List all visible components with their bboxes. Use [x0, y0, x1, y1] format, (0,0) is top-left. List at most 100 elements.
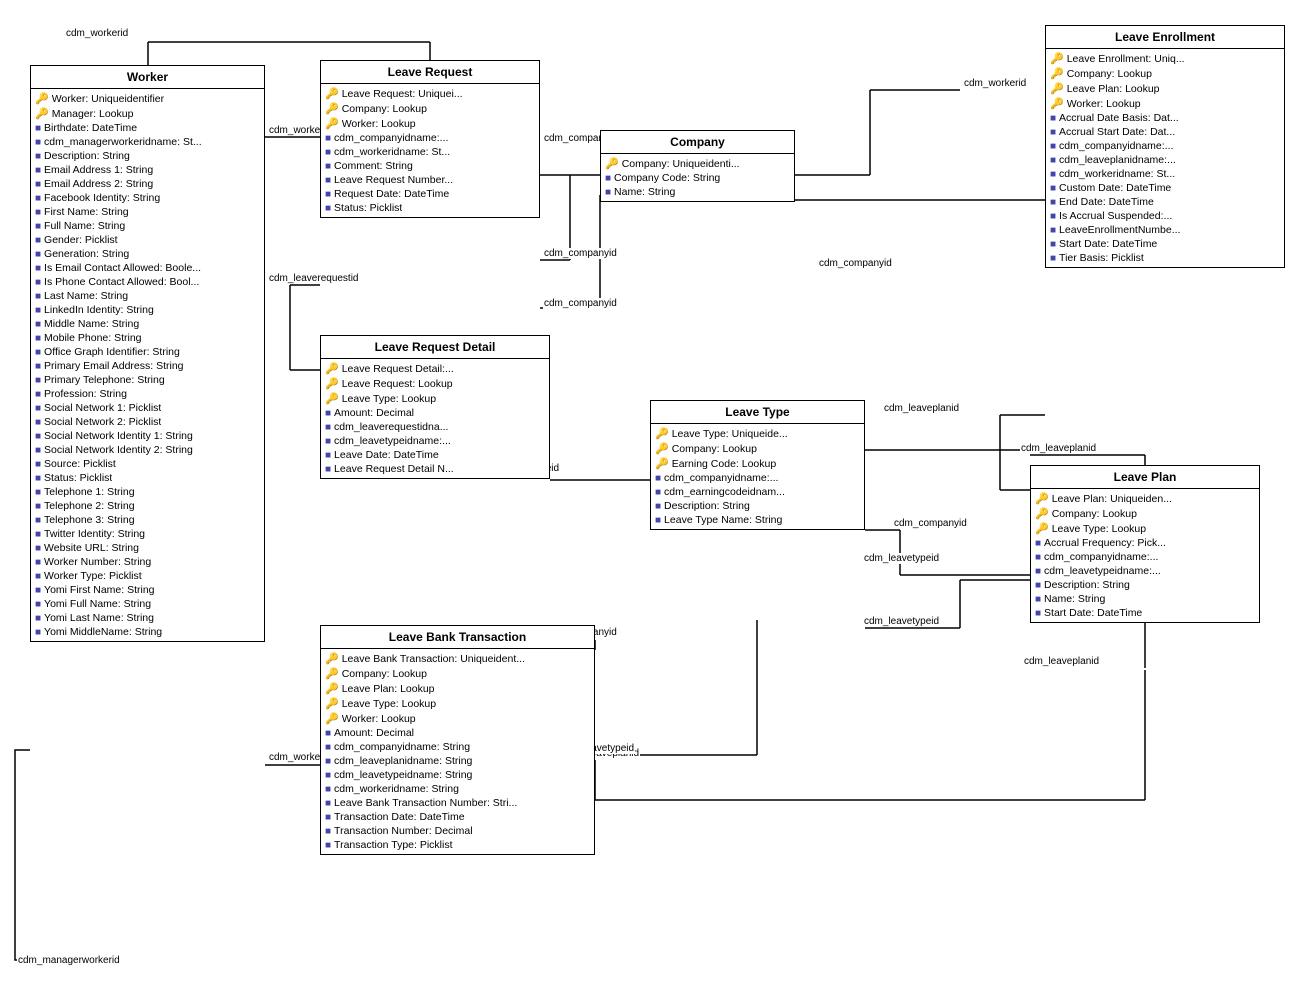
field-row: 🔑Worker: Lookup [321, 116, 539, 131]
field-row: ■cdm_companyidname:... [321, 131, 539, 145]
fkey-icon: 🔑 [1050, 67, 1064, 80]
field-row: ■Telephone 1: String [31, 485, 264, 499]
field-row: 🔑Leave Plan: Uniqueiden... [1031, 491, 1259, 506]
field-icon: ■ [35, 333, 41, 344]
field-row: ■LeaveEnrollmentNumbe... [1046, 223, 1284, 237]
entity-leave_plan: Leave Plan🔑Leave Plan: Uniqueiden...🔑Com… [1030, 465, 1260, 623]
field-row: ■Is Phone Contact Allowed: Bool... [31, 275, 264, 289]
field-label: Leave Request: Lookup [342, 378, 453, 390]
field-label: cdm_companyidname:... [334, 132, 448, 144]
field-row: ■Description: String [651, 499, 864, 513]
entity-title-company: Company [601, 131, 794, 154]
entity-fields-leave_request: 🔑Leave Request: Uniquei...🔑Company: Look… [321, 84, 539, 217]
field-row: ■Status: Picklist [321, 201, 539, 215]
field-icon: ■ [1035, 580, 1041, 591]
field-label: Twitter Identity: String [44, 528, 145, 540]
field-row: ■Gender: Picklist [31, 233, 264, 247]
field-icon: ■ [325, 798, 331, 809]
field-label: LinkedIn Identity: String [44, 304, 154, 316]
label-cdm-workerid-enrollment: cdm_workerid [963, 78, 1027, 89]
field-label: cdm_leaveplanidname: String [334, 755, 472, 767]
field-label: Status: Picklist [44, 472, 112, 484]
key-icon: 🔑 [325, 87, 339, 100]
field-row: 🔑Worker: Lookup [1046, 96, 1284, 111]
field-label: Status: Picklist [334, 202, 402, 214]
field-icon: ■ [35, 543, 41, 554]
field-label: Amount: Decimal [334, 407, 414, 419]
fkey-icon: 🔑 [325, 667, 339, 680]
field-row: 🔑Manager: Lookup [31, 106, 264, 121]
field-row: ■Yomi Last Name: String [31, 611, 264, 625]
field-label: cdm_workeridname: St... [334, 146, 450, 158]
field-icon: ■ [35, 193, 41, 204]
field-row: ■cdm_workeridname: String [321, 782, 594, 796]
field-label: Company: Lookup [1052, 508, 1137, 520]
field-row: 🔑Leave Type: Lookup [321, 391, 549, 406]
field-row: ■Website URL: String [31, 541, 264, 555]
field-row: ■Yomi Full Name: String [31, 597, 264, 611]
field-row: ■cdm_leavetypeidname:... [321, 434, 549, 448]
field-row: ■Social Network 1: Picklist [31, 401, 264, 415]
field-label: Is Phone Contact Allowed: Bool... [44, 276, 199, 288]
field-label: Company: Lookup [672, 443, 757, 455]
field-label: Leave Request Detail N... [334, 463, 454, 475]
field-icon: ■ [1050, 197, 1056, 208]
field-label: Source: Picklist [44, 458, 116, 470]
field-label: Is Email Contact Allowed: Boole... [44, 262, 201, 274]
field-label: cdm_managerworkeridname: St... [44, 136, 202, 148]
field-row: ■Start Date: DateTime [1031, 606, 1259, 620]
field-row: ■Name: String [601, 185, 794, 199]
field-label: Full Name: String [44, 220, 125, 232]
field-label: Telephone 1: String [44, 486, 134, 498]
field-row: 🔑Leave Type: Uniqueide... [651, 426, 864, 441]
fkey-icon: 🔑 [1050, 97, 1064, 110]
field-icon: ■ [325, 175, 331, 186]
entity-fields-worker: 🔑Worker: Uniqueidentifier🔑Manager: Looku… [31, 89, 264, 641]
field-label: Description: String [1044, 579, 1130, 591]
field-row: 🔑Leave Type: Lookup [321, 696, 594, 711]
field-row: ■Leave Date: DateTime [321, 448, 549, 462]
field-row: 🔑Leave Bank Transaction: Uniqueident... [321, 651, 594, 666]
field-icon: ■ [35, 599, 41, 610]
field-label: Is Accrual Suspended:... [1059, 210, 1172, 222]
field-label: Yomi MiddleName: String [44, 626, 162, 638]
field-row: ■Generation: String [31, 247, 264, 261]
entity-fields-company: 🔑Company: Uniqueidenti...■Company Code: … [601, 154, 794, 201]
field-label: Leave Request: Uniquei... [342, 88, 463, 100]
label-cdm-workerid-top: cdm_workerid [65, 28, 129, 39]
label-cdm-leavetypeid-4: cdm_leavetypeid [863, 616, 940, 627]
field-row: ■cdm_workeridname: St... [1046, 167, 1284, 181]
field-label: Tier Basis: Picklist [1059, 252, 1144, 264]
field-label: Primary Email Address: String [44, 360, 183, 372]
field-icon: ■ [35, 403, 41, 414]
field-row: ■Office Graph Identifier: String [31, 345, 264, 359]
field-label: Gender: Picklist [44, 234, 118, 246]
fkey-icon: 🔑 [325, 102, 339, 115]
field-label: Email Address 1: String [44, 164, 153, 176]
label-cdm-companyid-3: cdm_companyid [543, 298, 618, 309]
field-icon: ■ [1050, 169, 1056, 180]
field-row: ■Birthdate: DateTime [31, 121, 264, 135]
field-icon: ■ [35, 445, 41, 456]
field-label: Request Date: DateTime [334, 188, 449, 200]
field-row: 🔑Leave Request: Uniquei... [321, 86, 539, 101]
field-row: 🔑Company: Lookup [651, 441, 864, 456]
fkey-icon: 🔑 [655, 457, 669, 470]
field-label: Leave Enrollment: Uniq... [1067, 53, 1185, 65]
field-icon: ■ [655, 487, 661, 498]
entity-leave_type: Leave Type🔑Leave Type: Uniqueide...🔑Comp… [650, 400, 865, 530]
field-icon: ■ [1050, 211, 1056, 222]
field-label: Comment: String [334, 160, 413, 172]
entity-company: Company🔑Company: Uniqueidenti...■Company… [600, 130, 795, 202]
field-row: ■Email Address 1: String [31, 163, 264, 177]
field-label: Mobile Phone: String [44, 332, 141, 344]
field-row: 🔑Company: Lookup [321, 101, 539, 116]
field-row: 🔑Worker: Uniqueidentifier [31, 91, 264, 106]
entity-fields-leave_plan: 🔑Leave Plan: Uniqueiden...🔑Company: Look… [1031, 489, 1259, 622]
field-row: ■Source: Picklist [31, 457, 264, 471]
field-label: Middle Name: String [44, 318, 139, 330]
field-row: ■Facebook Identity: String [31, 191, 264, 205]
field-row: ■Social Network Identity 2: String [31, 443, 264, 457]
field-label: Leave Request Number... [334, 174, 453, 186]
field-label: Social Network Identity 1: String [44, 430, 193, 442]
